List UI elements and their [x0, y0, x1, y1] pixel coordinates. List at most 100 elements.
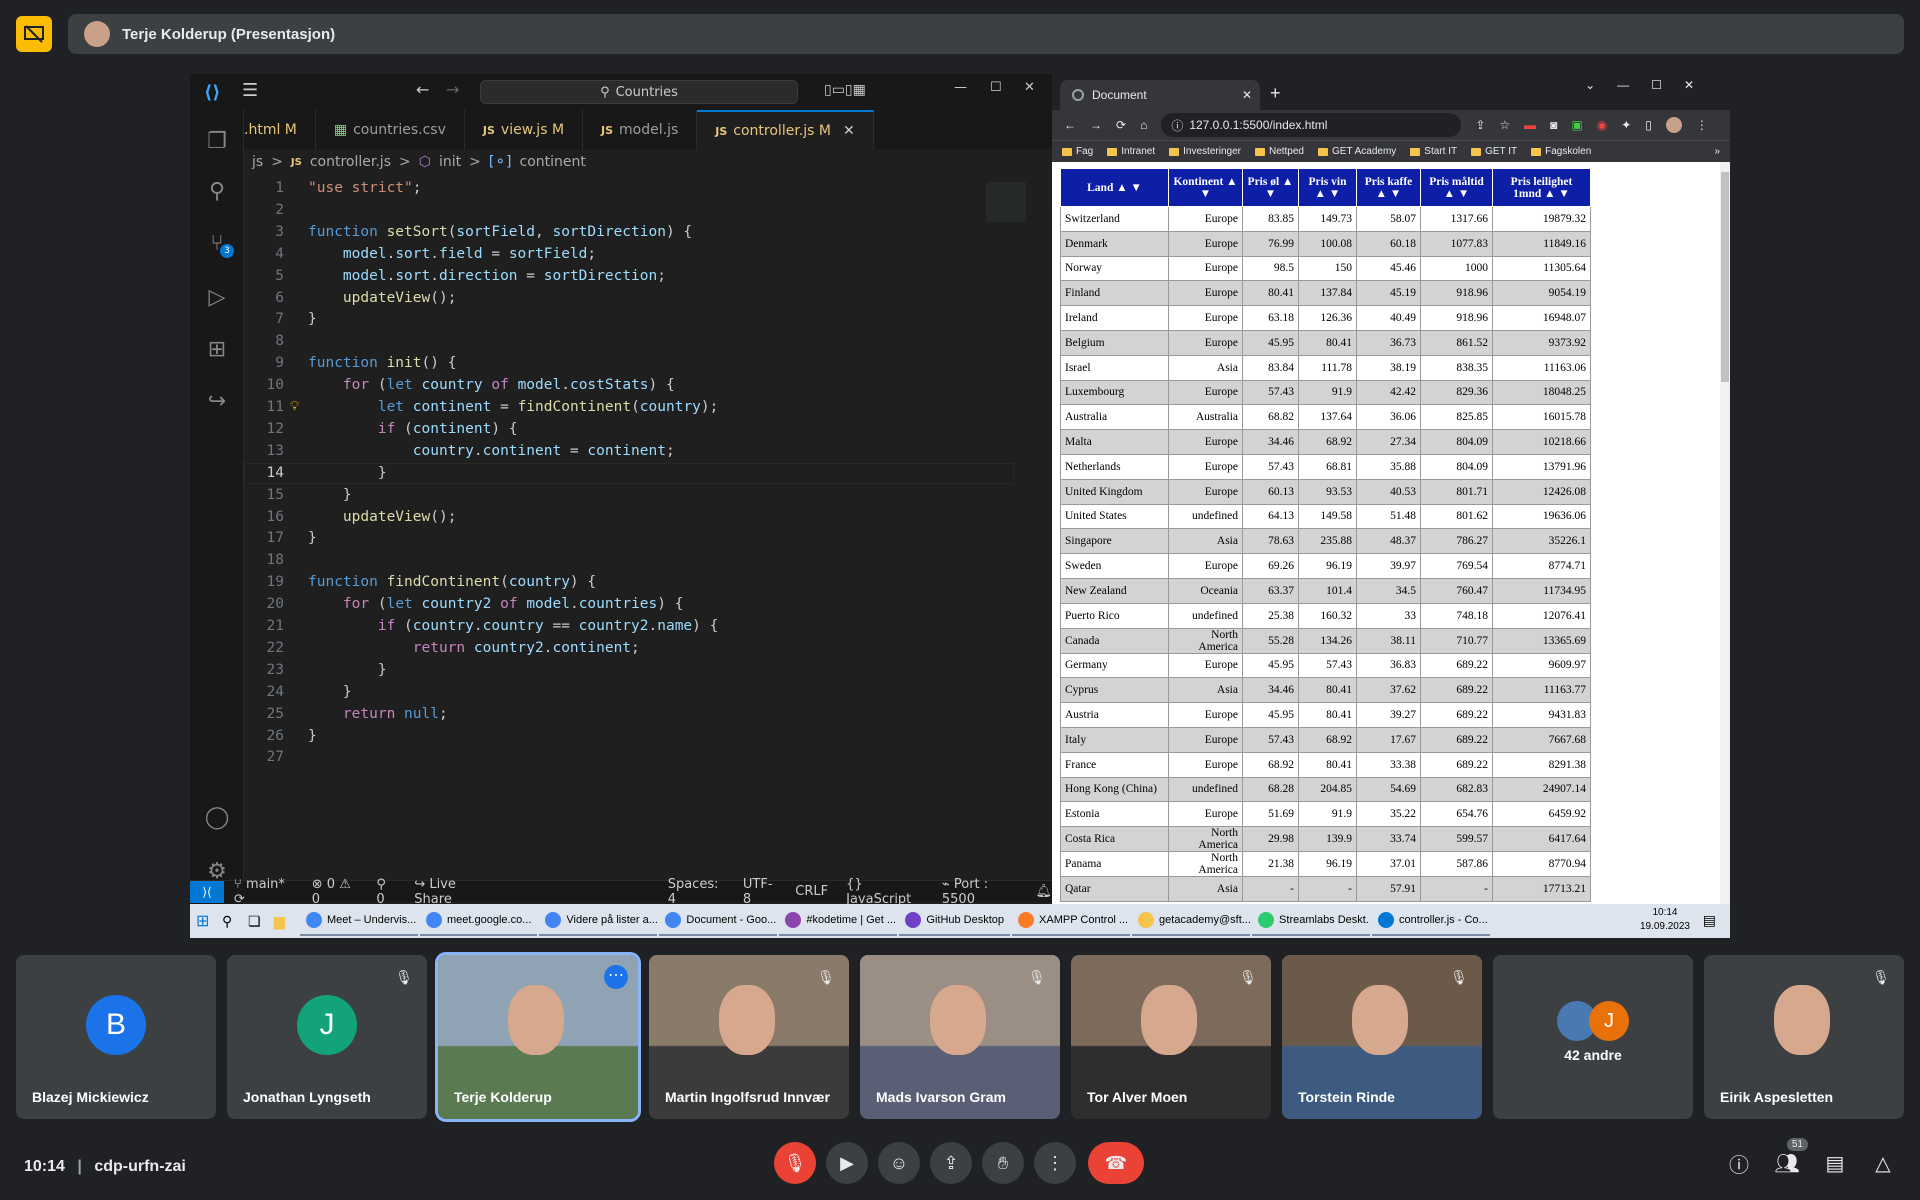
code-line[interactable]: }	[308, 311, 317, 327]
column-header[interactable]: Pris kaffe ▲ ▼	[1356, 168, 1421, 207]
taskbar-app[interactable]: GitHub Desktop	[899, 906, 1011, 936]
menu-icon[interactable]: ☰	[242, 80, 258, 101]
lightbulb-icon[interactable]: 💡︎	[290, 399, 299, 414]
taskbar-app[interactable]: controller.js - Co...	[1372, 906, 1491, 936]
stop-presenting-icon[interactable]	[16, 16, 52, 52]
forward-arrow-icon[interactable]: →	[446, 80, 459, 99]
taskbar-app[interactable]: Streamlabs Deskt...	[1252, 906, 1371, 936]
taskbar-app[interactable]: Meet – Undervis...	[300, 906, 418, 936]
notification-icon[interactable]: ▤	[1703, 912, 1716, 929]
participant-tile[interactable]: Mads Ivarson Gram 🎙︎	[860, 955, 1060, 1119]
taskbar-app[interactable]: XAMPP Control ...	[1012, 906, 1131, 936]
extension-icon[interactable]: ▬	[1524, 118, 1536, 132]
live-share-status[interactable]: ↪ Live Share	[414, 877, 489, 907]
code-line[interactable]: updateView();	[308, 509, 457, 525]
more-options-icon[interactable]: ⋮	[1034, 1142, 1076, 1184]
taskbar-app[interactable]: Videre på lister a...	[539, 906, 658, 936]
code-line[interactable]: updateView();	[308, 290, 457, 306]
encoding-status[interactable]: UTF-8	[743, 877, 777, 907]
taskbar-clock[interactable]: 10:14 19.09.2023	[1640, 906, 1690, 934]
bookmark-item[interactable]: Nettped	[1254, 146, 1304, 157]
bookmark-item[interactable]: GET Academy	[1318, 146, 1396, 157]
participant-tile[interactable]: Martin Ingolfsrud Innvær 🎙︎	[649, 955, 849, 1119]
column-header[interactable]: Pris vin ▲ ▼	[1298, 168, 1357, 207]
taskbar-app[interactable]: #kodetime | Get ...	[779, 906, 898, 936]
column-header[interactable]: Land ▲ ▼	[1060, 168, 1169, 207]
people-icon[interactable]: 👥︎ 51	[1772, 1138, 1808, 1178]
participant-tile[interactable]: B Blazej Mickiewicz	[16, 955, 216, 1119]
bookmark-item[interactable]: Start IT	[1410, 146, 1457, 157]
tab-html[interactable]: .html M	[244, 110, 316, 150]
code-line[interactable]: if (continent) {	[308, 421, 518, 437]
code-line[interactable]: return country2.continent;	[308, 640, 640, 656]
code-line[interactable]: }	[308, 728, 317, 744]
code-line[interactable]: function init() {	[308, 355, 456, 371]
chat-icon[interactable]: ▤	[1820, 1148, 1850, 1178]
activities-icon[interactable]: △	[1868, 1148, 1898, 1178]
puzzle-icon[interactable]: ✦	[1621, 118, 1631, 132]
code-line[interactable]: }	[308, 684, 352, 700]
leave-call-icon[interactable]: ☎︎	[1088, 1142, 1144, 1184]
scrollbar-thumb[interactable]	[1721, 172, 1729, 382]
breadcrumb-js[interactable]: js	[252, 154, 263, 170]
code-line[interactable]: }	[308, 530, 317, 546]
browser-tab-document[interactable]: Document ✕	[1060, 80, 1260, 110]
column-header[interactable]: Pris øl ▲ ▼	[1242, 168, 1299, 207]
close-icon[interactable]: ✕	[1024, 80, 1035, 95]
code-editor[interactable]: 1 "use strict"; 2 3 function setSort(sortFie…	[244, 174, 1014, 886]
address-bar[interactable]: ⓘ 127.0.0.1:5500/index.html	[1161, 113, 1462, 137]
minimize-icon[interactable]: —	[954, 80, 967, 95]
bookmark-item[interactable]: Intranet	[1107, 146, 1155, 157]
back-arrow-icon[interactable]: ←	[416, 80, 429, 99]
column-header[interactable]: Pris måltid ▲ ▼	[1420, 168, 1493, 207]
close-tab-icon[interactable]: ✕	[1242, 88, 1252, 102]
branch-status[interactable]: ⑂ main* ⟳	[234, 877, 294, 907]
taskbar-app[interactable]: getacademy@sft...	[1132, 906, 1251, 936]
sidepanel-icon[interactable]: ▯	[1645, 118, 1652, 132]
taskbar-app[interactable]: Document - Goo...	[659, 906, 778, 936]
command-center-search[interactable]: ⚲ Countries	[480, 80, 798, 104]
new-tab-icon[interactable]: +	[1270, 83, 1281, 104]
camera-icon[interactable]: ▶︎	[826, 1142, 868, 1184]
reload-icon[interactable]: ⟳	[1116, 118, 1126, 132]
remote-icon[interactable]: ⟩⟨	[190, 881, 224, 903]
breadcrumb-continent[interactable]: continent	[520, 154, 586, 170]
problems-status[interactable]: ⊗ 0 ⚠ 0	[312, 877, 359, 907]
back-arrow-icon[interactable]: ←	[1064, 118, 1076, 132]
scrollbar[interactable]	[1720, 162, 1730, 904]
participant-tile[interactable]: J Jonathan Lyngseth 🎙︎	[227, 955, 427, 1119]
share-icon[interactable]: ⇪	[1475, 118, 1485, 132]
tab-countries-csv[interactable]: ▦ countries.csv	[316, 110, 465, 150]
tab-controller-js[interactable]: JS controller.js M ✕	[697, 110, 874, 150]
participant-tile[interactable]: Torstein Rinde 🎙︎	[1282, 955, 1482, 1119]
taskbar-app[interactable]: meet.google.co...	[420, 906, 538, 936]
column-header[interactable]: Kontinent ▲ ▼	[1168, 168, 1243, 207]
run-debug-icon[interactable]: ▷	[200, 280, 234, 314]
code-line[interactable]: "use strict";	[308, 180, 422, 196]
indent-status[interactable]: Spaces: 4	[668, 877, 725, 907]
code-line[interactable]: if (country.country == country2.name) {	[308, 618, 719, 634]
extensions-icon[interactable]: ⊞	[200, 332, 234, 366]
present-icon[interactable]: ⇪	[930, 1142, 972, 1184]
live-share-icon[interactable]: ↪	[200, 384, 234, 418]
breadcrumb-file[interactable]: controller.js	[310, 154, 391, 170]
language-status[interactable]: {} JavaScript	[846, 877, 924, 907]
search-icon[interactable]: ⚲	[222, 913, 246, 930]
code-line[interactable]: country.continent = continent;	[308, 443, 675, 459]
kebab-menu-icon[interactable]: ⋮	[1696, 118, 1708, 132]
code-line[interactable]: model.sort.field = sortField;	[308, 246, 596, 262]
bookmark-item[interactable]: Investeringer	[1169, 146, 1241, 157]
mic-off-icon[interactable]: 🎙︎	[774, 1142, 816, 1184]
code-line[interactable]: function findContinent(country) {	[308, 574, 596, 590]
more-bookmarks-icon[interactable]: »	[1714, 146, 1720, 157]
extension-icon[interactable]: ◉	[1597, 118, 1607, 132]
code-line[interactable]: for (let country of model.costStats) {	[308, 377, 675, 393]
participant-tile[interactable]: J 42 andre	[1493, 955, 1693, 1119]
code-line[interactable]: return null;	[308, 706, 448, 722]
extension-icon[interactable]: ▣	[1571, 118, 1582, 132]
explorer-icon[interactable]: ❐	[200, 124, 234, 158]
eol-status[interactable]: CRLF	[795, 884, 828, 899]
participant-tile[interactable]: Tor Alver Moen 🎙︎	[1071, 955, 1271, 1119]
layout-toggle-icon[interactable]: ▯▭▯▦	[824, 82, 866, 98]
participant-tile[interactable]: Eirik Aspesletten 🎙︎	[1704, 955, 1904, 1119]
